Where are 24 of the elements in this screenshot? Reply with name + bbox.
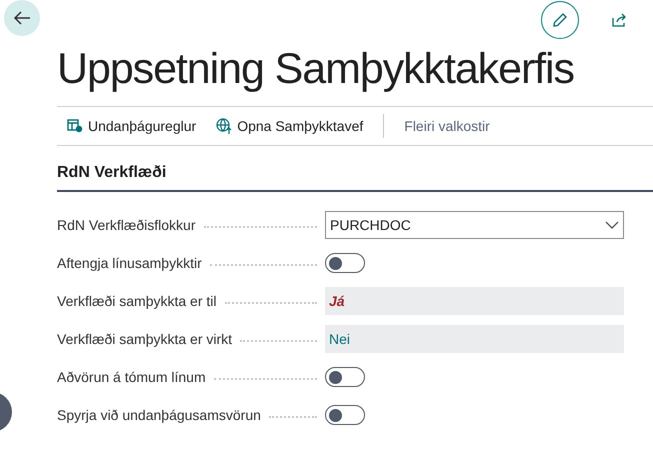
toggle-switch[interactable] [325,253,365,273]
edit-button[interactable] [541,1,579,39]
field-label: Aftengja línusamþykktir [57,254,202,273]
field-label: RdN Verkflæðisflokkur [57,216,196,234]
globe-icon [216,118,232,134]
field-label: Verkflæði samþykkta er til [57,292,216,311]
chevron-down-icon [605,221,619,229]
more-options-button[interactable]: Fleiri valkostir [404,116,490,136]
section-heading[interactable]: RdN Verkflæði [57,163,653,192]
toolbar-button[interactable]: Undanþágureglur [67,116,196,136]
pencil-icon [552,12,568,28]
toggle-switch[interactable] [325,367,365,387]
toggle-switch[interactable] [325,405,365,425]
toolbar-button[interactable]: Opna Samþykktavef [216,116,364,136]
share-icon [612,13,628,27]
field-label: Aðvörun á tómum línum [57,368,206,386]
field-label: Verkflæði samþykkta er virkt [57,330,232,349]
back-button[interactable] [4,0,40,36]
field-label: Spyrja við undanþágusamsvörun [57,406,261,425]
back-arrow-icon [13,10,31,26]
page-title: Uppsetning Samþykktakerfis [57,44,575,94]
readonly-field: Já [325,287,624,315]
dropdown-field[interactable]: PURCHDOC [325,211,624,239]
readonly-field: Nei [325,325,624,353]
